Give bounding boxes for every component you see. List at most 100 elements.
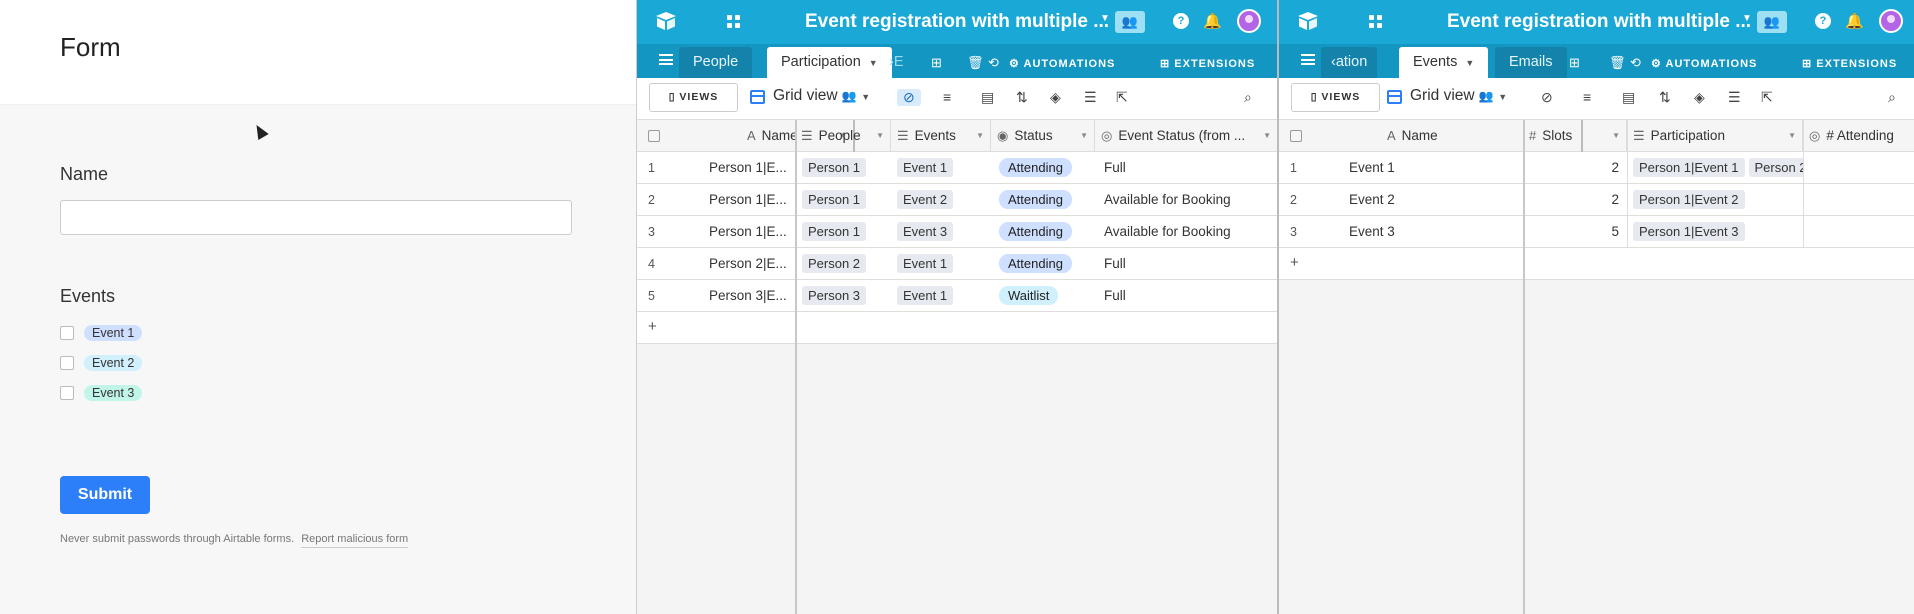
cell-events[interactable]: Event 2 <box>897 184 957 216</box>
cell-events[interactable]: Event 1 <box>897 280 957 312</box>
cell-slots[interactable]: 2 <box>1527 152 1619 184</box>
hide-fields-icon[interactable]: ⊘ <box>897 89 921 106</box>
cell-name[interactable]: Person 2|E... <box>709 248 793 280</box>
cell-people[interactable]: Person 2 <box>802 248 870 280</box>
cell-status[interactable]: Attending <box>999 152 1072 184</box>
menu-icon[interactable] <box>659 54 673 65</box>
table-row[interactable]: 2 Event 2 2 Person 1|Event 2 <box>1279 184 1914 216</box>
cell-people[interactable]: Person 1 <box>802 216 870 248</box>
search-icon[interactable]: ⌕ <box>1244 89 1252 106</box>
select-all-box[interactable] <box>1290 130 1302 143</box>
cell-name[interactable]: Person 1|E... <box>709 152 793 184</box>
hide-fields-icon[interactable]: ⊘ <box>1541 89 1553 106</box>
grid-view-switcher[interactable]: Grid view 👥 ▼ <box>773 87 870 105</box>
cell-events[interactable]: Event 3 <box>897 216 957 248</box>
add-table-icon[interactable]: ⊞ <box>1569 55 1580 71</box>
add-row-button[interactable]: + <box>1279 248 1914 280</box>
column-chevron-icon[interactable]: ▼ <box>1788 120 1796 152</box>
column-header-people[interactable]: ☰ People ▼ <box>795 120 891 152</box>
cell-status[interactable]: Attending <box>999 248 1072 280</box>
sort-icon[interactable]: ⇅ <box>1016 89 1028 106</box>
avatar[interactable] <box>1237 9 1261 33</box>
extensions-button[interactable]: ⊞ EXTENSIONS <box>1160 57 1255 70</box>
table-row[interactable]: 1 Event 1 2 Person 1|Event 1 Person 2 <box>1279 152 1914 184</box>
event-option-1[interactable]: Event 1 <box>60 325 143 341</box>
table-row[interactable]: 3 Event 3 5 Person 1|Event 3 <box>1279 216 1914 248</box>
cell-name[interactable]: Event 1 <box>1349 152 1395 184</box>
cell-status[interactable]: Attending <box>999 216 1072 248</box>
cell-event-status[interactable]: Full <box>1104 280 1126 312</box>
extensions-button[interactable]: ⊞ EXTENSIONS <box>1802 57 1897 70</box>
event-1-checkbox[interactable] <box>60 326 74 340</box>
title-chevron-icon[interactable]: ▼ <box>1742 13 1752 24</box>
color-icon[interactable]: ◈ <box>1694 89 1705 106</box>
menu-icon[interactable] <box>1301 54 1315 65</box>
share-view-icon[interactable]: ⇱ <box>1761 89 1773 106</box>
add-table-icon[interactable]: ⊞ <box>931 55 942 71</box>
grid-view-switcher[interactable]: Grid view 👥 ▼ <box>1410 87 1507 105</box>
tab-chevron-icon[interactable]: ▼ <box>1465 58 1474 68</box>
history-icon[interactable]: ⟲ <box>988 55 999 71</box>
tab-chevron-icon[interactable]: ▼ <box>869 58 878 68</box>
base-title[interactable]: Event registration with multiple ... <box>1447 11 1751 33</box>
cell-name[interactable]: Event 2 <box>1349 184 1395 216</box>
help-icon[interactable]: ? <box>1815 13 1831 29</box>
cell-participation[interactable]: Person 1|Event 1 Person 2 <box>1633 152 1803 184</box>
trash-icon[interactable]: 🗑 <box>1609 55 1626 71</box>
table-row[interactable]: 2 Person 1|E... Person 1 Event 2 Attendi… <box>637 184 1277 216</box>
event-3-checkbox[interactable] <box>60 386 74 400</box>
add-row-button[interactable]: + <box>637 312 1277 344</box>
apps-grid-icon[interactable] <box>1369 15 1382 28</box>
cell-events[interactable]: Event 1 <box>897 248 957 280</box>
report-malicious-link[interactable]: Report malicious form <box>301 533 409 548</box>
title-chevron-icon[interactable]: ▼ <box>1100 13 1110 24</box>
table-row[interactable]: 3 Person 1|E... Person 1 Event 3 Attendi… <box>637 216 1277 248</box>
event-option-2[interactable]: Event 2 <box>60 355 143 371</box>
select-all-checkbox[interactable] <box>1279 120 1339 152</box>
cell-name[interactable]: Person 1|E... <box>709 216 793 248</box>
column-header-attending[interactable]: ◎ # Attending <box>1803 120 1914 152</box>
cell-event-status[interactable]: Available for Booking <box>1104 184 1231 216</box>
cell-people[interactable]: Person 1 <box>802 152 870 184</box>
row-height-icon[interactable]: ☰ <box>1084 89 1097 106</box>
trash-icon[interactable]: 🗑 <box>967 55 984 71</box>
name-input[interactable] <box>60 200 572 235</box>
cell-attending[interactable] <box>1805 152 1914 184</box>
select-all-box[interactable] <box>648 130 660 143</box>
tab-participation[interactable]: Participation ▼ <box>767 47 892 78</box>
bell-icon[interactable]: 🔔 <box>1203 12 1222 30</box>
tab-people[interactable]: People <box>679 47 753 78</box>
cell-participation[interactable]: Person 1|Event 2 <box>1633 184 1803 216</box>
views-button[interactable]: ▯ VIEWS <box>1291 83 1380 112</box>
table-row[interactable]: 5 Person 3|E... Person 3 Event 1 Waitlis… <box>637 280 1277 312</box>
cell-name[interactable]: Event 3 <box>1349 216 1395 248</box>
search-icon[interactable]: ⌕ <box>1888 89 1896 106</box>
cell-people[interactable]: Person 1 <box>802 184 870 216</box>
cell-attending[interactable] <box>1805 184 1914 216</box>
share-view-icon[interactable]: ⇱ <box>1116 89 1128 106</box>
sort-icon[interactable]: ⇅ <box>1659 89 1671 106</box>
automations-button[interactable]: ⚙ AUTOMATIONS <box>1009 57 1115 70</box>
cell-events[interactable]: Event 1 <box>897 152 957 184</box>
airtable-logo-icon[interactable] <box>1297 11 1319 31</box>
column-chevron-icon[interactable]: ▼ <box>976 120 984 152</box>
cell-slots[interactable]: 2 <box>1527 184 1619 216</box>
tab-events[interactable]: Events ▼ <box>1399 47 1489 78</box>
cell-event-status[interactable]: Full <box>1104 248 1126 280</box>
table-row[interactable]: 4 Person 2|E... Person 2 Event 1 Attendi… <box>637 248 1277 280</box>
base-title[interactable]: Event registration with multiple ... <box>805 11 1109 33</box>
share-button[interactable]: 👥 <box>1115 11 1145 33</box>
cell-event-status[interactable]: Full <box>1104 152 1126 184</box>
cell-status[interactable]: Attending <box>999 184 1072 216</box>
views-button[interactable]: ▯ VIEWS <box>649 83 738 112</box>
column-chevron-icon[interactable]: ▼ <box>1612 120 1620 152</box>
select-all-checkbox[interactable] <box>637 120 697 152</box>
column-header-event-status[interactable]: ◎ Event Status (from ... ▼ <box>1095 120 1277 152</box>
column-chevron-icon[interactable]: ▼ <box>876 120 884 152</box>
filter-icon[interactable]: ≡ <box>1583 89 1591 105</box>
cell-status[interactable]: Waitlist <box>999 280 1059 312</box>
column-chevron-icon[interactable]: ▼ <box>1263 120 1271 152</box>
submit-button[interactable]: Submit <box>60 476 150 514</box>
history-icon[interactable]: ⟲ <box>1630 55 1641 71</box>
cell-participation[interactable]: Person 1|Event 3 <box>1633 216 1803 248</box>
